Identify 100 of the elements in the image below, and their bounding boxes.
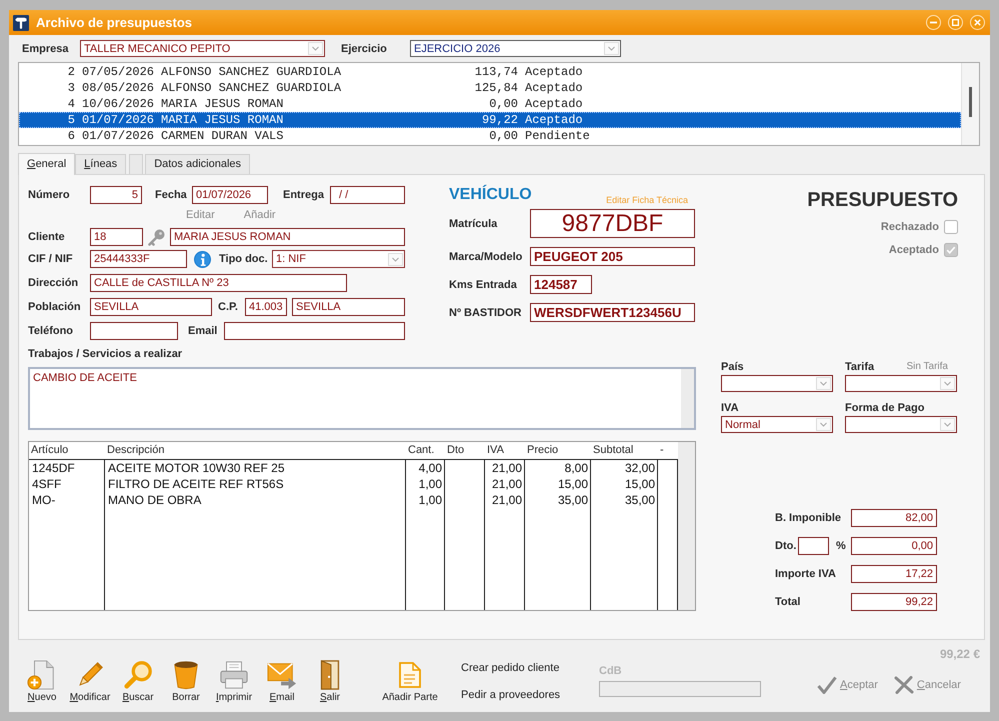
tab[interactable]: Datos adicionales xyxy=(145,154,250,174)
row-amount: 0,00 xyxy=(488,128,518,144)
dropdown[interactable] xyxy=(845,375,957,392)
row-status: Pendiente xyxy=(525,128,591,144)
text-area[interactable]: CAMBIO DE ACEITE xyxy=(28,367,696,430)
close-icon xyxy=(974,19,981,26)
checkbox[interactable] xyxy=(944,243,958,257)
new-button[interactable]: Nuevo xyxy=(18,660,66,704)
section-title: PRESUPUESTO xyxy=(807,188,958,212)
checkbox[interactable] xyxy=(944,220,958,234)
supplier-order-link[interactable]: Pedir a proveedores xyxy=(461,689,571,701)
row-status: Aceptado xyxy=(525,96,584,112)
input-field[interactable]: 9877DBF xyxy=(530,209,695,238)
dropdown[interactable]: 1: NIF xyxy=(272,250,405,268)
row-number: 5 xyxy=(66,112,75,128)
input-field[interactable]: 25444333F xyxy=(90,250,187,268)
input-field[interactable]: 0,00 xyxy=(851,537,937,555)
tab[interactable]: General xyxy=(18,153,76,175)
row-client: MARIA JESUS ROMAN xyxy=(161,112,284,128)
column-header: Dto xyxy=(445,442,485,460)
key-icon[interactable] xyxy=(148,228,165,246)
field-label: Empresa xyxy=(21,42,70,54)
input-field[interactable] xyxy=(90,322,178,340)
field-label: Ejercicio xyxy=(341,42,388,54)
email-button[interactable]: Email xyxy=(258,660,306,704)
input-field[interactable]: 18 xyxy=(90,228,143,246)
input-field[interactable]: 99,22 xyxy=(851,593,937,611)
minimize-icon xyxy=(930,19,937,26)
table-cell-text: 32,00 xyxy=(624,460,656,476)
dropdown[interactable] xyxy=(845,416,957,433)
input-field[interactable]: MARIA JESUS ROMAN xyxy=(170,228,405,246)
list-row[interactable]: 4 10/06/2026 MARIA JESUS ROMAN 0,00 Aceptado xyxy=(19,96,961,112)
field-label: Fecha xyxy=(155,189,188,201)
caret-icon xyxy=(816,377,831,390)
column-header: Subtotal xyxy=(591,442,658,460)
info-icon[interactable] xyxy=(194,250,211,268)
input-field[interactable]: CALLE de CASTILLA Nº 23 xyxy=(90,274,347,292)
list-row[interactable]: 3 08/05/2026 ALFONSO SANCHEZ GUARDIOLA 125,84 Aceptado xyxy=(19,80,961,96)
table-cell-text: FILTRO DE ACEITE REF RT56S xyxy=(107,476,285,492)
field-label: IVA xyxy=(721,402,739,415)
input-field[interactable] xyxy=(798,537,829,555)
field-label: Email xyxy=(188,325,218,337)
table-cell-text: 1,00 xyxy=(418,476,443,492)
input-field[interactable]: WERSDFWERT123456U xyxy=(530,303,695,322)
input-field[interactable]: SEVILLA xyxy=(292,298,405,316)
table-cell-text: 21,00 xyxy=(490,476,523,492)
table-cell-text: MO- xyxy=(31,492,56,508)
search-icon xyxy=(123,660,153,690)
table-cell-text: 1,00 xyxy=(418,492,443,508)
list-row[interactable]: 5 01/07/2026 MARIA JESUS ROMAN 99,22 Aceptado xyxy=(19,112,961,128)
field-label: Teléfono xyxy=(28,325,74,337)
input-field[interactable]: 124587 xyxy=(530,275,592,294)
column-header: Cant. xyxy=(406,442,445,460)
field-label: Nº BASTIDOR xyxy=(449,306,522,318)
edit-button[interactable]: Modificar xyxy=(66,660,114,704)
scrollbar[interactable] xyxy=(961,63,979,145)
row-date: 07/05/2026 xyxy=(82,64,154,80)
dropdown[interactable]: Normal xyxy=(721,416,833,433)
tab[interactable]: Líneas xyxy=(75,154,126,174)
list-row[interactable]: 6 01/07/2026 CARMEN DURAN VALS 0,00 Pendiente xyxy=(19,128,961,144)
input-field[interactable]: PEUGEOT 205 xyxy=(530,247,695,266)
dropdown[interactable]: TALLER MECANICO PEPITO xyxy=(80,40,325,57)
input-field[interactable]: 41.003 xyxy=(245,298,287,316)
row-number: 6 xyxy=(66,128,75,144)
input-field[interactable]: 5 xyxy=(90,186,142,204)
exit-button[interactable]: Salir xyxy=(306,660,354,704)
field-label: B. Imponible xyxy=(775,512,842,524)
delete-button[interactable]: Borrar xyxy=(162,660,210,704)
search-button[interactable]: Buscar xyxy=(114,660,162,704)
maximize-button[interactable] xyxy=(948,15,963,30)
field-label: C.P. xyxy=(218,301,239,313)
tab[interactable] xyxy=(129,154,144,174)
minimize-button[interactable] xyxy=(926,15,941,30)
create-order-link[interactable]: Crear pedido cliente xyxy=(461,662,571,674)
add-part-button[interactable]: Añadir Parte xyxy=(382,660,438,704)
input-field[interactable] xyxy=(599,681,761,697)
envelope-arrow-icon xyxy=(267,660,297,690)
list-row[interactable]: 2 07/05/2026 ALFONSO SANCHEZ GUARDIOLA 113,74 Aceptado xyxy=(19,64,961,80)
input-field[interactable]: 17,22 xyxy=(851,565,937,583)
scrollbar-thumb[interactable] xyxy=(969,87,972,117)
close-button[interactable] xyxy=(970,15,985,30)
input-field[interactable]: 82,00 xyxy=(851,509,937,527)
input-field[interactable]: SEVILLA xyxy=(90,298,212,316)
print-button[interactable]: Imprimir xyxy=(210,660,258,704)
dropdown[interactable] xyxy=(721,375,833,392)
row-client: MARIA JESUS ROMAN xyxy=(161,96,284,112)
dropdown[interactable]: EJERCICIO 2026 xyxy=(410,40,621,57)
field-label: Total xyxy=(775,596,802,608)
row-amount: 99,22 xyxy=(480,112,518,128)
input-field[interactable]: 01/07/2026 xyxy=(192,186,268,204)
table-cell-text: 8,00 xyxy=(564,460,589,476)
row-number: 3 xyxy=(66,80,75,96)
input-field[interactable] xyxy=(224,322,405,340)
input-field[interactable]: / / xyxy=(330,186,405,204)
scrollbar[interactable] xyxy=(678,442,695,610)
field-label: Tipo doc. xyxy=(219,253,269,265)
window-title: Archivo de presupuestos xyxy=(36,15,192,30)
scrollbar[interactable] xyxy=(681,369,694,428)
column-header: IVA xyxy=(485,442,525,460)
field-label: Kms Entrada xyxy=(449,278,518,290)
